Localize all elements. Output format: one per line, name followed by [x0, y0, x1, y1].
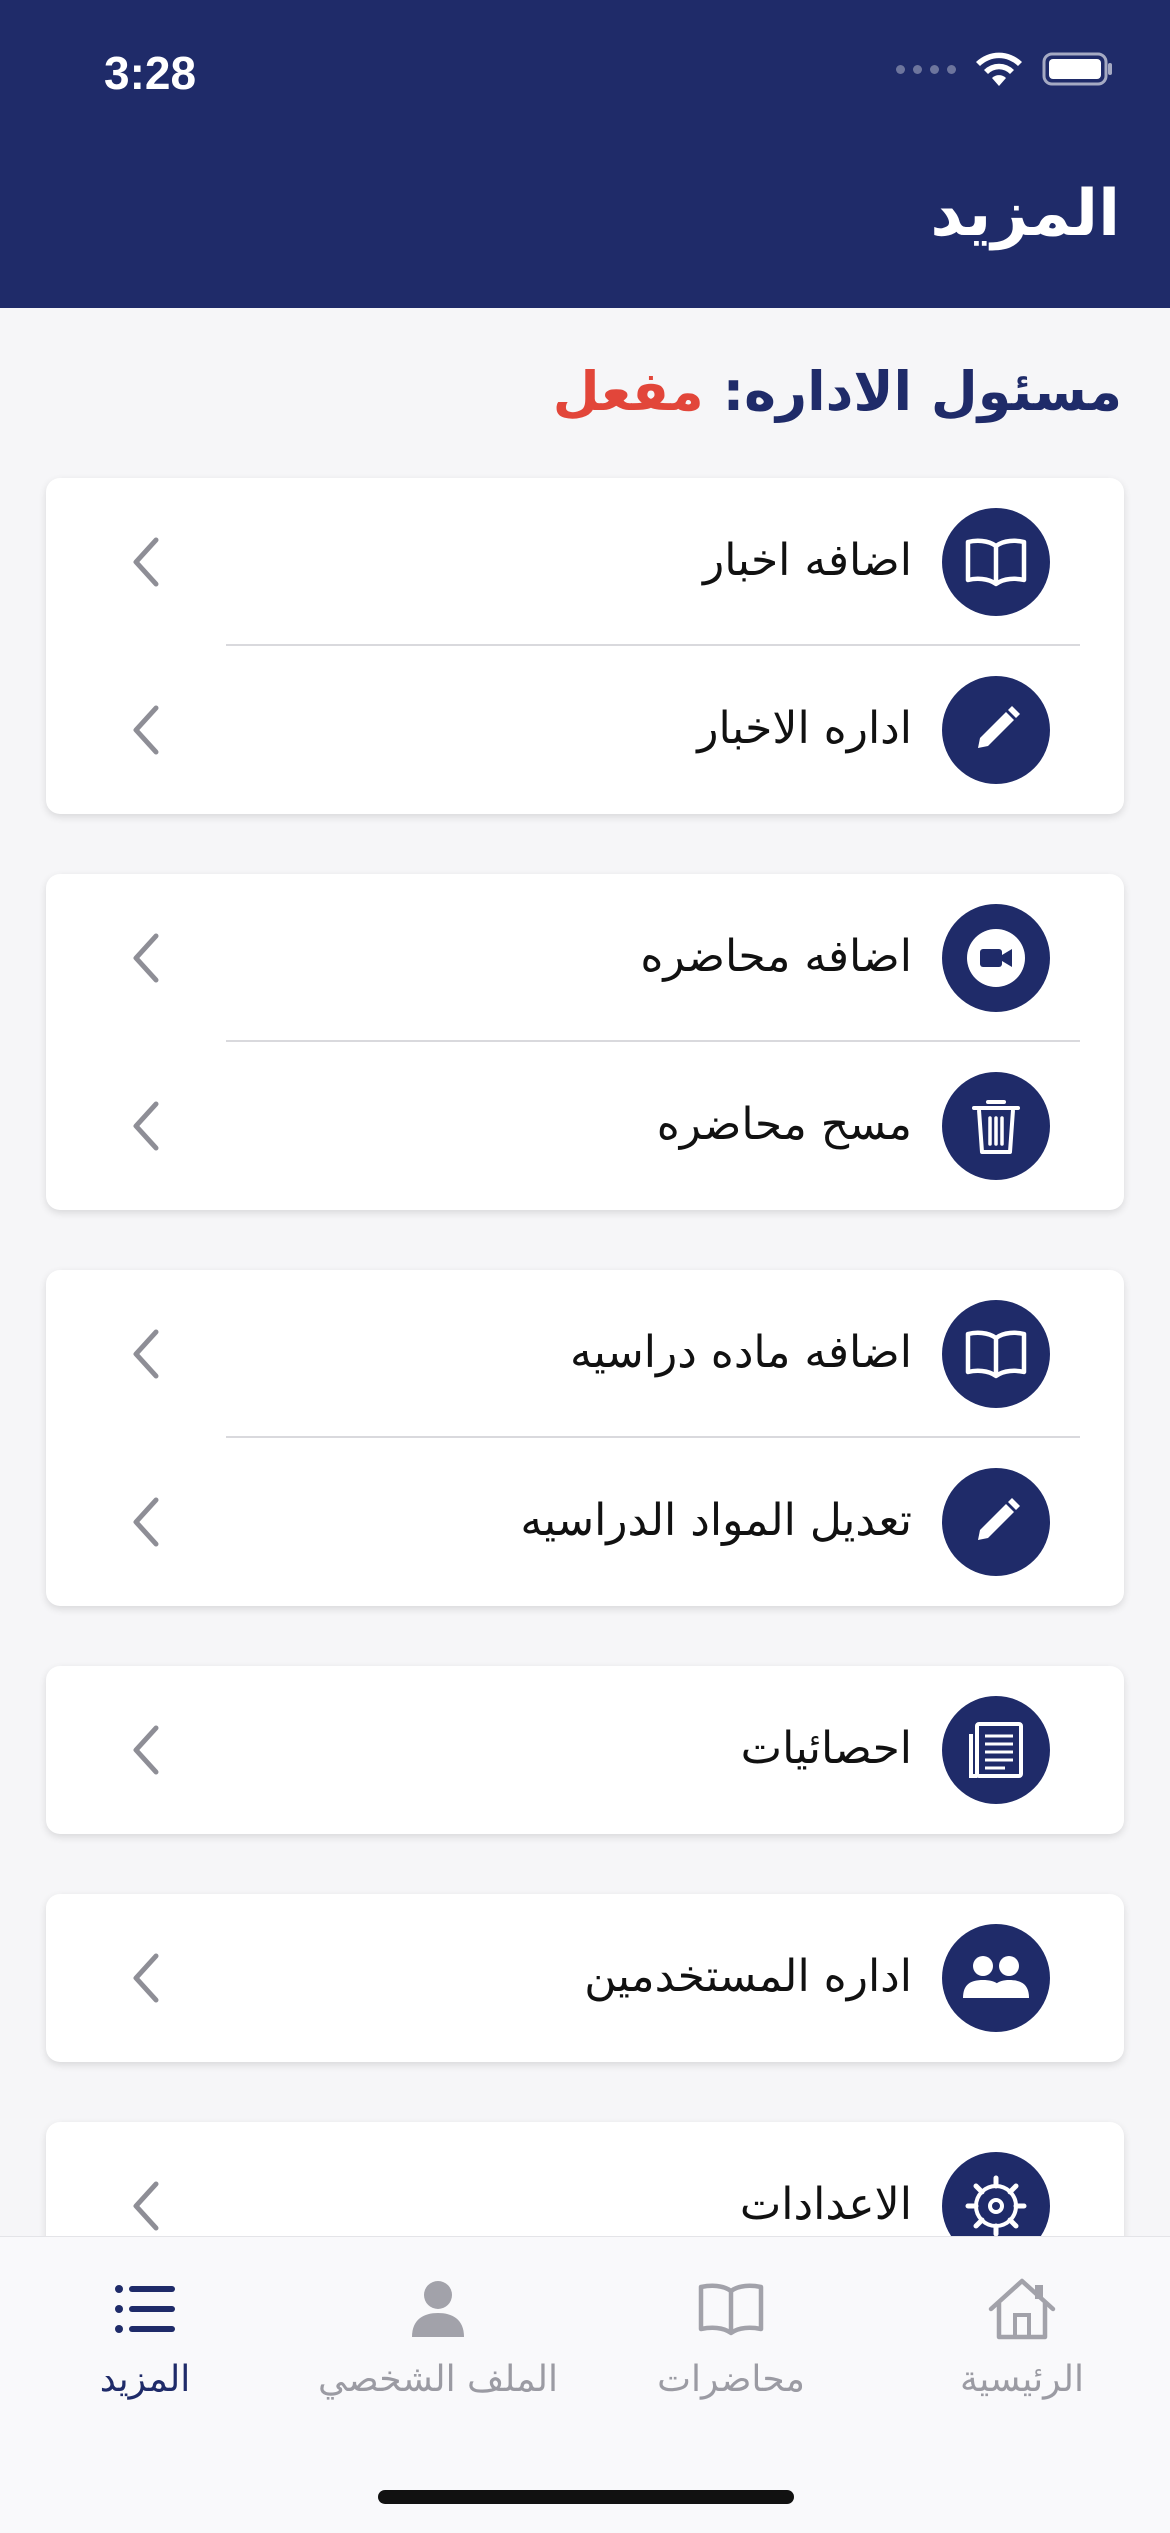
- status-indicators: [896, 50, 1114, 88]
- menu-card-news: اضافه اخبار اداره الاخبار: [46, 478, 1124, 814]
- book-icon: [942, 1300, 1050, 1408]
- menu-item-label: اضافه اخبار: [703, 535, 912, 586]
- tab-profile[interactable]: الملف الشخصي: [293, 2259, 583, 2400]
- menu-item-add-lecture[interactable]: اضافه محاضره: [46, 874, 1124, 1042]
- menu-item-label: اداره المستخدمين: [584, 1951, 912, 2002]
- home-indicator[interactable]: [378, 2490, 794, 2504]
- pencil-icon: [942, 1468, 1050, 1576]
- house-icon: [877, 2259, 1167, 2359]
- tab-label: محاضرات: [657, 2359, 805, 2400]
- chevron-left-icon: [133, 537, 159, 587]
- menu-item-label: تعديل المواد الدراسيه: [520, 1495, 912, 1546]
- status-time: 3:28: [104, 47, 197, 99]
- menu-card-subjects: اضافه ماده دراسيه تعديل المواد الدراسيه: [46, 1270, 1124, 1606]
- menu-item-label: احصائيات: [740, 1723, 912, 1774]
- chevron-left-icon: [133, 1953, 159, 2003]
- person-icon: [293, 2259, 583, 2359]
- menu-item-label: مسح محاضره: [656, 1099, 912, 1150]
- chevron-left-icon: [133, 2181, 159, 2231]
- chevron-left-icon: [133, 705, 159, 755]
- menu-item-label: اضافه محاضره: [640, 931, 912, 982]
- wifi-icon: [974, 50, 1024, 88]
- tab-home[interactable]: الرئيسية: [877, 2259, 1167, 2400]
- document-icon: [942, 1696, 1050, 1804]
- pencil-icon: [942, 676, 1050, 784]
- chevron-left-icon: [133, 933, 159, 983]
- menu-item-statistics[interactable]: احصائيات: [46, 1666, 1124, 1834]
- book-icon: [942, 508, 1050, 616]
- tab-lectures[interactable]: محاضرات: [586, 2259, 876, 2400]
- admin-status-value: مفعل: [552, 360, 704, 423]
- users-icon: [942, 1924, 1050, 2032]
- menu-item-add-subject[interactable]: اضافه ماده دراسيه: [46, 1270, 1124, 1438]
- admin-label: مسئول الاداره:: [722, 360, 1122, 423]
- tab-more[interactable]: المزيد: [0, 2259, 290, 2400]
- chevron-left-icon: [133, 1329, 159, 1379]
- tab-bar: المزيد الملف الشخصي محاضرات الرئيسية: [0, 2236, 1170, 2533]
- menu-item-manage-news[interactable]: اداره الاخبار: [46, 646, 1124, 814]
- menu-card-lectures: اضافه محاضره مسح محاضره: [46, 874, 1124, 1210]
- menu-item-label: الاعدادات: [739, 2179, 912, 2230]
- cellular-signal-icon: [896, 64, 956, 74]
- menu-card-statistics: احصائيات: [46, 1666, 1124, 1834]
- menu-item-label: اداره الاخبار: [697, 703, 912, 754]
- menu-item-delete-lecture[interactable]: مسح محاضره: [46, 1042, 1124, 1210]
- menu-item-add-news[interactable]: اضافه اخبار: [46, 478, 1124, 646]
- menu-card-users: اداره المستخدمين: [46, 1894, 1124, 2062]
- admin-status-line: مسئول الاداره: مفعل: [553, 362, 1122, 421]
- tab-label: الرئيسية: [960, 2359, 1084, 2400]
- menu-item-manage-users[interactable]: اداره المستخدمين: [46, 1894, 1124, 2062]
- menu-item-label: اضافه ماده دراسيه: [569, 1327, 912, 1378]
- video-camera-icon: [942, 904, 1050, 1012]
- list-icon: [0, 2259, 290, 2359]
- app-screen: 3:28 المزيد مسئول الاداره: مفعل اضافه اخ…: [0, 0, 1170, 2533]
- chevron-left-icon: [133, 1497, 159, 1547]
- battery-icon: [1042, 51, 1114, 87]
- header-bar: 3:28 المزيد: [0, 0, 1170, 308]
- menu-item-edit-subjects[interactable]: تعديل المواد الدراسيه: [46, 1438, 1124, 1606]
- chevron-left-icon: [133, 1101, 159, 1151]
- page-title: المزيد: [930, 177, 1120, 251]
- tab-label: المزيد: [99, 2359, 191, 2400]
- tab-label: الملف الشخصي: [318, 2359, 558, 2400]
- trash-icon: [942, 1072, 1050, 1180]
- book-outline-icon: [586, 2259, 876, 2359]
- chevron-left-icon: [133, 1725, 159, 1775]
